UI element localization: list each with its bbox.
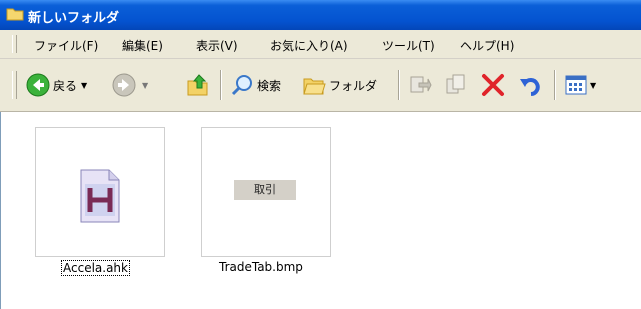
title-bar: 新しいフォルダ: [0, 0, 641, 30]
bitmap-preview-text: 取引: [234, 180, 296, 200]
ahk-script-icon: [80, 169, 120, 223]
back-arrow-icon: [26, 73, 50, 97]
up-folder-button[interactable]: [186, 72, 210, 98]
undo-icon: [520, 78, 540, 96]
back-dropdown-icon[interactable]: ▼: [81, 81, 87, 90]
back-button[interactable]: 戻る ▼: [26, 72, 87, 98]
search-icon: [231, 75, 252, 96]
search-label: 検索: [257, 78, 282, 93]
file-name-label[interactable]: TradeTab.bmp: [219, 260, 303, 274]
toolbar: 戻る ▼ ▼ 検索 フォルダ ▼: [0, 59, 641, 112]
folders-icon: [303, 78, 326, 95]
menu-file[interactable]: ファイル(F): [34, 37, 98, 54]
move-to-icon: [410, 76, 432, 93]
move-to-button[interactable]: [408, 72, 432, 98]
file-list-pane[interactable]: Accela.ahk 取引 TradeTab.bmp: [0, 112, 641, 309]
copy-to-icon: [446, 74, 465, 94]
delete-button[interactable]: [480, 72, 506, 98]
folders-label: フォルダ: [329, 78, 378, 93]
window-title: 新しいフォルダ: [28, 11, 120, 26]
menu-favorites[interactable]: お気に入り(A): [270, 37, 348, 54]
forward-arrow-icon: [112, 73, 136, 97]
toolbar-separator: [554, 70, 556, 100]
views-dropdown-icon[interactable]: ▼: [590, 81, 596, 90]
menu-edit[interactable]: 編集(E): [122, 37, 163, 54]
file-thumbnail[interactable]: 取引: [201, 127, 331, 257]
menu-grip[interactable]: [12, 35, 17, 53]
file-thumbnail[interactable]: [35, 127, 165, 257]
menu-bar: ファイル(F) 編集(E) 表示(V) お気に入り(A) ツール(T) ヘルプ(…: [0, 30, 641, 59]
up-folder-icon: [187, 74, 208, 96]
forward-dropdown-icon[interactable]: ▼: [142, 81, 148, 90]
toolbar-grip[interactable]: [12, 71, 17, 99]
undo-button[interactable]: [518, 72, 544, 98]
menu-tools[interactable]: ツール(T): [382, 37, 435, 54]
menu-help[interactable]: ヘルプ(H): [460, 37, 514, 54]
toolbar-separator: [398, 70, 400, 100]
views-icon: [565, 75, 587, 95]
forward-button[interactable]: ▼: [112, 72, 148, 98]
back-label: 戻る: [53, 78, 78, 93]
delete-icon: [482, 74, 504, 96]
folder-icon: [6, 8, 24, 21]
file-name-label[interactable]: Accela.ahk: [61, 260, 130, 276]
menu-view[interactable]: 表示(V): [196, 37, 238, 54]
copy-to-button[interactable]: [444, 72, 468, 98]
folders-button[interactable]: フォルダ: [302, 72, 377, 98]
views-button[interactable]: ▼: [564, 72, 596, 98]
toolbar-separator: [220, 70, 222, 100]
search-button[interactable]: 検索: [230, 72, 281, 98]
